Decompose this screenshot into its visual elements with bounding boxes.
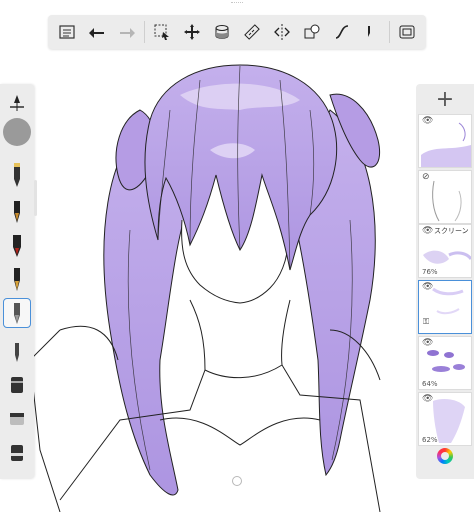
toolbar-divider-2 [389,21,390,43]
add-layer-button[interactable]: + [416,84,474,114]
layer-thumbnail-3[interactable]: 👁 スクリーン 76% [418,224,472,278]
marker-icon[interactable] [3,230,31,260]
brush-size-icon[interactable] [359,19,385,45]
layer-opacity: 62% [422,436,438,444]
canvas-center-indicator[interactable] [232,476,242,486]
layer-thumbnail-4[interactable]: 👁 ⚿ [418,280,472,334]
fine-pen-icon[interactable] [3,336,31,366]
eye-hidden-icon[interactable]: ⊘ [422,172,430,182]
drawing-canvas[interactable] [0,0,474,512]
layer-name: スクリーン [434,227,469,235]
eye-icon[interactable]: 👁 [422,226,433,236]
top-toolbar [48,15,426,49]
alpha-lock-icon[interactable]: ⚿ [423,317,429,327]
eye-icon[interactable]: 👁 [422,116,433,126]
pencil-icon[interactable] [3,160,31,190]
layers-panel: + 👁 ⊘ 👁 スクリーン 76% 👁 ⚿ 👁 64% 👁 62% [416,84,474,479]
top-handle[interactable] [231,2,243,6]
ink-pen-icon[interactable] [3,196,31,226]
layer-thumbnail-5[interactable]: 👁 64% [418,336,472,390]
layer-opacity: 64% [422,380,438,388]
toolbar-divider [144,21,145,43]
layer-thumbnail-1[interactable]: 👁 [418,114,472,168]
eye-icon[interactable]: 👁 [422,394,433,404]
layer-thumbnail-6[interactable]: 👁 62% [418,392,472,446]
fountain-pen-icon[interactable] [3,264,31,294]
eye-icon[interactable]: 👁 [422,282,433,292]
eraser-icon[interactable] [3,404,31,434]
stroke-style-icon[interactable] [329,19,355,45]
fill-bucket-icon[interactable] [209,19,235,45]
brush-set-icon[interactable] [3,90,31,120]
symmetry-icon[interactable] [269,19,295,45]
transform-icon[interactable] [179,19,205,45]
ruler-icon[interactable] [239,19,265,45]
fullscreen-icon[interactable] [394,19,420,45]
layer-opacity: 76% [422,268,438,276]
shapes-icon[interactable] [299,19,325,45]
airbrush-icon[interactable] [3,370,31,400]
selection-icon[interactable] [149,19,175,45]
layer-thumbnail-2[interactable]: ⊘ [418,170,472,224]
selected-pen-icon[interactable] [3,298,31,328]
eye-icon[interactable]: 👁 [422,338,433,348]
left-panel-handle[interactable] [34,180,37,216]
smudge-icon[interactable] [3,438,31,468]
layers-list-icon[interactable] [54,19,80,45]
color-wheel-icon[interactable] [437,448,453,464]
undo-icon[interactable] [84,19,110,45]
brush-size-indicator[interactable] [3,118,31,146]
redo-icon[interactable] [114,19,140,45]
